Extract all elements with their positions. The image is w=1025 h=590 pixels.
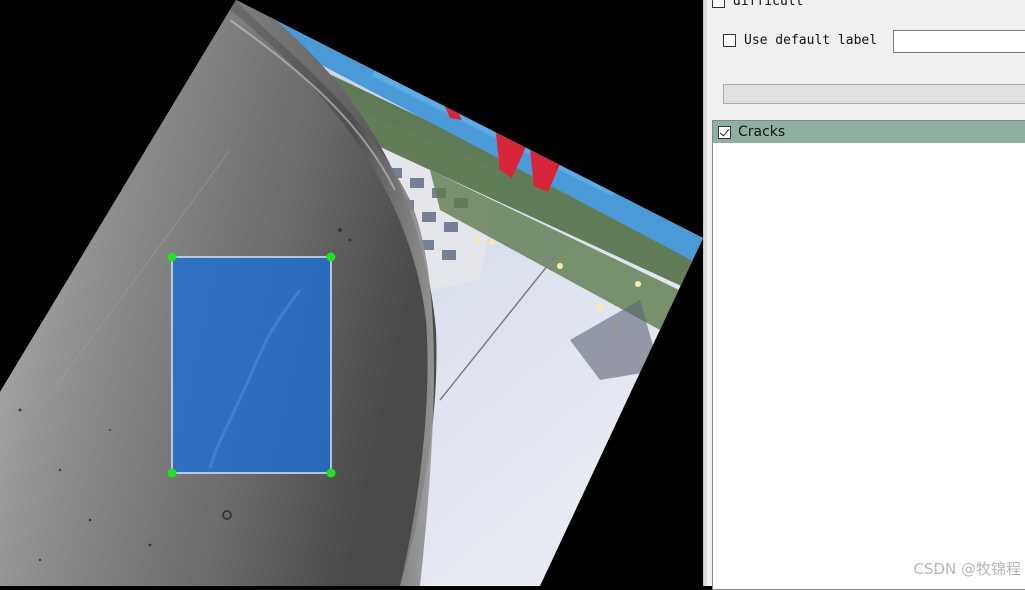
cracks-visibility-checkbox[interactable] xyxy=(718,125,731,139)
default-label-input[interactable] xyxy=(893,30,1025,53)
difficult-checkbox-row[interactable]: difficult xyxy=(712,0,803,9)
use-default-label-row[interactable]: Use default label xyxy=(723,33,877,48)
annotation-rect[interactable] xyxy=(171,256,332,474)
vertex-handle-bottom-left[interactable] xyxy=(167,468,177,478)
annotation-box-cracks[interactable] xyxy=(167,252,336,478)
label-list: Cracks xyxy=(712,120,1025,590)
label-filter-combobox[interactable] xyxy=(723,84,1025,104)
difficult-checkbox[interactable] xyxy=(712,0,725,8)
difficult-label: difficult xyxy=(733,0,804,9)
use-default-label-checkbox[interactable] xyxy=(723,34,736,47)
use-default-label-text: Use default label xyxy=(744,33,878,48)
vertex-handle-top-right[interactable] xyxy=(326,252,336,262)
watermark-text: CSDN @牧锦程 xyxy=(913,560,1021,578)
vertex-handle-top-left[interactable] xyxy=(167,252,177,262)
label-dock-panel: difficult Use default label Cracks CSDN … xyxy=(707,0,1025,590)
photo-layer xyxy=(0,0,703,586)
list-item-label: Cracks xyxy=(738,124,786,140)
vertex-handle-bottom-right[interactable] xyxy=(326,468,336,478)
list-item-cracks[interactable]: Cracks xyxy=(713,121,1025,143)
image-canvas[interactable] xyxy=(0,0,703,586)
